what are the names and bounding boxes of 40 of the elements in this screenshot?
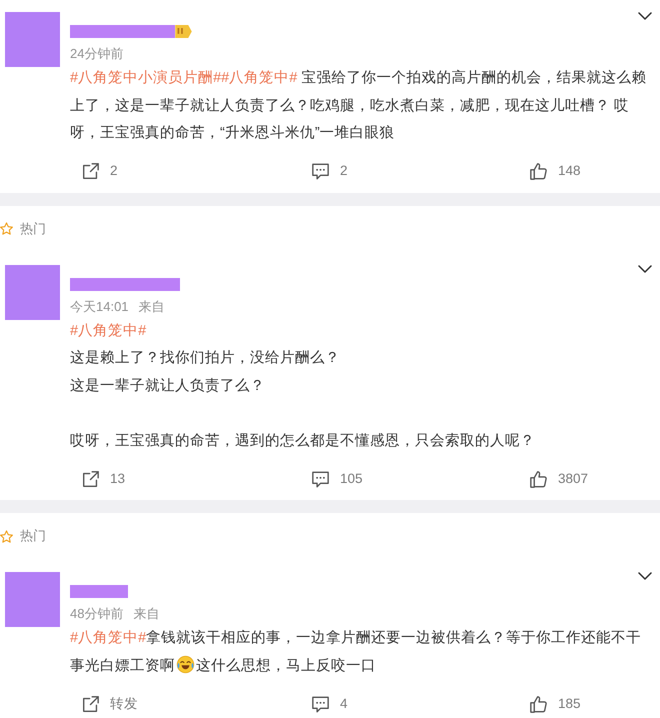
thumbs-up-icon: [530, 470, 547, 488]
comment-text: 哎呀，王宝强真的命苦，遇到的怎么都是不懂感恩，只会索取的人呢？: [70, 432, 536, 450]
comment-text: 这是一辈子就让人负责了么？: [70, 376, 266, 396]
post-time: 24分钟前: [70, 45, 124, 63]
comment-button[interactable]: 105: [312, 468, 363, 490]
comment-bubble-icon: [312, 470, 329, 488]
repost-button[interactable]: 2: [82, 161, 118, 182]
comment-button[interactable]: 4: [312, 694, 348, 714]
comment-text: #八角笼中#拿钱就该干相应的事，一边拿片酬还要一边被供着么？等于你工作还能不干事光白嫖工资啊 这什么思想，马上反咬一口: [70, 628, 642, 676]
repost-button[interactable]: 13: [82, 468, 126, 490]
thumbs-up-icon: [530, 696, 547, 712]
star-icon: [0, 222, 13, 235]
like-button[interactable]: 3807: [530, 468, 588, 490]
comment-button[interactable]: 2: [312, 161, 348, 182]
hot-label: 热门: [20, 220, 46, 238]
comment-text: #八角笼中小演员片酬##八角笼中# 宝强给了你一个拍戏的高片酬的机会，结果就这么赖上了，这是一辈子就让人负责了么？吃鸡腿，吃水煮白菜，减肥，现在这儿吐槽？ 哎呀，王宝强真的命苦，“升米恩斗米仇”一堆白眼狼: [70, 68, 648, 143]
post-source: 来自: [138, 298, 165, 316]
laughing-crying-emoji-icon: [176, 654, 195, 674]
thumbs-up-icon: [530, 163, 547, 180]
share-arrow-icon: [82, 163, 99, 180]
repost-button[interactable]: 转发: [82, 694, 138, 714]
share-arrow-icon: [82, 696, 99, 712]
post-time: 今天14:01: [70, 298, 129, 316]
comment-text: 这是赖上了？找你们拍片，没给片酬么？: [70, 349, 341, 368]
chevron-down-icon[interactable]: [638, 572, 652, 580]
like-button[interactable]: 185: [530, 694, 581, 714]
chevron-down-icon[interactable]: [638, 12, 652, 20]
hot-label: 热门: [20, 527, 46, 545]
star-icon: [0, 530, 13, 542]
post-time: 48分钟前: [70, 605, 124, 623]
hashtag-link[interactable]: #八角笼中#: [221, 70, 298, 86]
hashtag-link[interactable]: #八角笼中#: [70, 322, 146, 338]
share-arrow-icon: [82, 470, 99, 488]
post-source: 来自: [133, 605, 160, 623]
chevron-down-icon[interactable]: [638, 264, 652, 272]
comment-bubble-icon: [312, 163, 329, 180]
hashtag-link[interactable]: #八角笼中小演员片酬#: [70, 70, 222, 86]
hashtag-link[interactable]: #八角笼中#: [70, 630, 146, 646]
like-button[interactable]: 148: [530, 161, 581, 182]
comment-bubble-icon: [312, 696, 329, 712]
